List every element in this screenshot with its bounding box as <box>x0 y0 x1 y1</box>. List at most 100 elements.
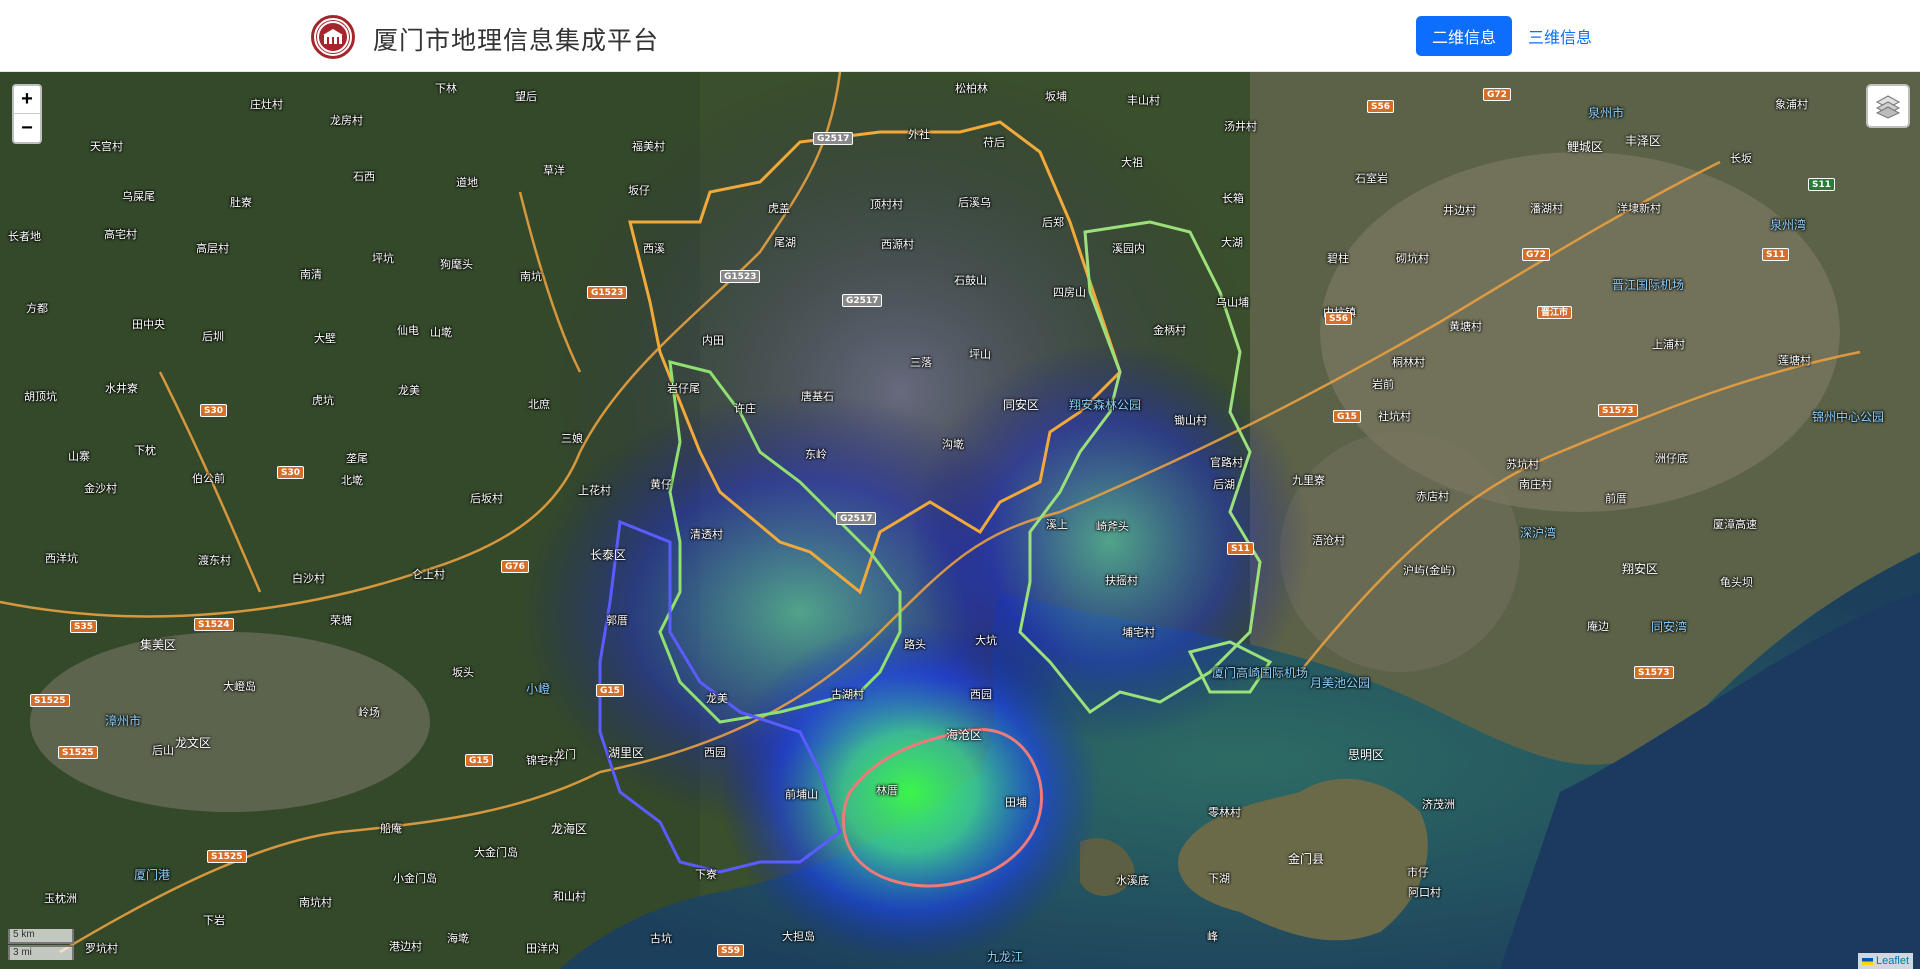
map-label: 丰泽区 <box>1625 134 1662 148</box>
map-label: 大嶝岛 <box>223 680 256 693</box>
map-label: 峰 <box>1207 930 1218 943</box>
map-label: 胡顶坑 <box>24 390 57 403</box>
map-label: 官路村 <box>1210 456 1243 469</box>
map-label: 西洋坑 <box>45 552 78 565</box>
road-shield: S30 <box>200 404 228 417</box>
map-label: 九里寮 <box>1292 474 1325 487</box>
map-label: 集美区 <box>140 638 177 652</box>
map-label: 望后 <box>515 90 537 103</box>
map-label: 翔安森林公园 <box>1069 398 1142 412</box>
scale-imperial: 3 mi <box>8 945 74 960</box>
map-view[interactable]: 庄灶村 龙房村 下林 望后 松柏林 坂埔 丰山村 汤井村 象浦村 天宫村 福美村 外社 苻后 大祖 泉州市鲤… <box>0 72 1920 969</box>
map-label: 石室岩 <box>1355 172 1388 185</box>
map-label: 荣塘 <box>330 614 352 627</box>
map-label: 水溪底 <box>1116 874 1149 887</box>
zoom-in-button[interactable]: + <box>14 86 40 114</box>
road-shield: 晋江市 <box>1537 306 1573 319</box>
map-label: 庄灶村 <box>250 98 283 111</box>
zoom-out-button[interactable]: − <box>14 114 40 142</box>
map-label: 垄尾 <box>346 452 368 465</box>
map-label: 坪坑 <box>372 252 394 265</box>
map-label: 福美村 <box>632 140 665 153</box>
map-label: 苏坑村 <box>1506 458 1539 471</box>
road-shield: S11 <box>1227 542 1255 555</box>
road-shield: G15 <box>1333 410 1361 423</box>
map-label: 苻后 <box>983 136 1005 149</box>
layers-control-button[interactable] <box>1866 84 1910 128</box>
map-label: 长泰区 <box>590 548 627 562</box>
map-label: 市仔 <box>1407 866 1429 879</box>
map-label: 石西 <box>353 170 375 183</box>
road-shield: S56 <box>1325 312 1353 325</box>
map-label: 山寨 <box>68 450 90 463</box>
layers-icon <box>1875 95 1901 119</box>
road-shield: G76 <box>501 560 529 573</box>
map-label: 下湖 <box>1208 872 1230 885</box>
map-label: 三落 <box>910 356 932 369</box>
map-label: 岩前 <box>1372 378 1394 391</box>
map-label: 草洋 <box>543 164 565 177</box>
road-shield: G1523 <box>587 286 628 299</box>
map-label: 水井寮 <box>105 382 138 395</box>
map-label: 金柄村 <box>1153 324 1186 337</box>
map-label: 上浦村 <box>1652 338 1685 351</box>
map-label: 后郑 <box>1042 216 1064 229</box>
map-label: 乌屎尾 <box>122 190 155 203</box>
map-label: 下岩 <box>203 914 225 927</box>
map-label: 鲤城区 <box>1567 140 1604 154</box>
map-label: 碧柱 <box>1327 252 1349 265</box>
map-label: 坪山 <box>969 348 991 361</box>
map-label: 下寮 <box>695 868 717 881</box>
map-label: 后溪乌 <box>958 196 991 209</box>
map-label: 渡东村 <box>198 554 231 567</box>
map-label: 洋埭新村 <box>1617 202 1661 215</box>
map-label: 溪园内 <box>1112 242 1145 255</box>
road-shield: G72 <box>1483 88 1511 101</box>
map-label: 长者地 <box>8 230 41 243</box>
map-label: 前埔山 <box>785 788 818 801</box>
map-label: 砌坑村 <box>1396 252 1429 265</box>
attribution-link[interactable]: Leaflet <box>1876 955 1909 967</box>
map-label: 北墘 <box>341 474 363 487</box>
map-label: 黄仔 <box>650 478 672 491</box>
map-label: 社坑村 <box>1378 410 1411 423</box>
map-label: 厦门港 <box>134 868 171 882</box>
map-label: 九龙江 <box>987 950 1024 964</box>
map-label: 晋江国际机场 <box>1612 278 1685 292</box>
map-label: 山墘 <box>430 326 452 339</box>
map-label: 天宫村 <box>90 140 123 153</box>
map-label: 龙文区 <box>175 736 212 750</box>
map-label: 长坂 <box>1730 152 1752 165</box>
map-label: 南坑 <box>520 270 542 283</box>
road-shield: S1525 <box>207 850 247 863</box>
map-label: 莲塘村 <box>1778 354 1811 367</box>
map-label: 大祖 <box>1121 156 1143 169</box>
map-label: 西溪 <box>643 242 665 255</box>
map-label: 大金门岛 <box>474 846 518 859</box>
map-label: 锄山村 <box>1174 414 1207 427</box>
map-label: 大担岛 <box>782 930 815 943</box>
map-label: 大坑 <box>975 634 997 647</box>
map-label: 玉枕洲 <box>44 892 77 905</box>
map-label: 罗坑村 <box>85 942 118 955</box>
map-label: 白沙村 <box>292 572 325 585</box>
map-label: 高宅村 <box>104 228 137 241</box>
road-shield: S30 <box>277 466 305 479</box>
map-label: 肚寮 <box>230 196 252 209</box>
map-label: 下林 <box>435 82 457 95</box>
map-label: 松柏林 <box>955 82 988 95</box>
map-label: 石鼓山 <box>954 274 987 287</box>
3d-info-link[interactable]: 三维信息 <box>1520 16 1600 56</box>
map-label: 岩仔尾 <box>667 382 700 395</box>
2d-info-button[interactable]: 二维信息 <box>1416 16 1512 56</box>
map-label: 溪上 <box>1046 518 1068 531</box>
map-label: 高层村 <box>196 242 229 255</box>
map-label: 锦州中心公园 <box>1812 410 1885 424</box>
map-label: 济茂洲 <box>1422 798 1455 811</box>
road-shield: G2517 <box>836 512 877 525</box>
map-label: 埔宅村 <box>1122 626 1155 639</box>
map-label: 唐基石 <box>801 390 834 403</box>
map-attribution[interactable]: Leaflet <box>1858 953 1914 969</box>
map-label: 南清 <box>300 268 322 281</box>
map-label: 路头 <box>904 638 926 651</box>
